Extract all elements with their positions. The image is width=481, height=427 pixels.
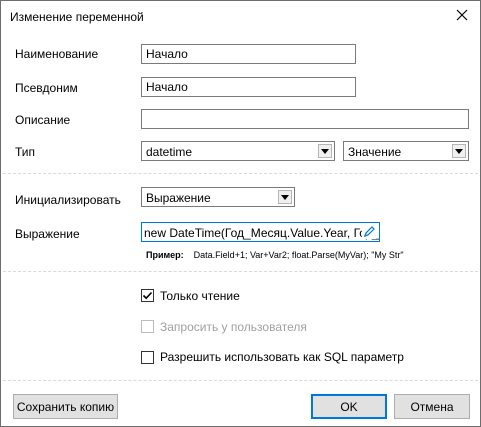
type-select[interactable]: datetime [141, 141, 335, 161]
ask-user-checkbox [141, 320, 154, 333]
separator [3, 173, 478, 174]
type-label: Тип [15, 145, 36, 159]
separator [3, 380, 478, 381]
alias-label: Псевдоним [15, 81, 78, 95]
name-field[interactable] [141, 44, 356, 64]
description-label: Описание [15, 113, 71, 127]
expression-label: Выражение [15, 227, 80, 241]
example-text: Data.Field+1; Var+Var2; float.Parse(MyVa… [193, 250, 404, 260]
type-mode-value: Значение [348, 145, 402, 159]
title-bar: Изменение переменной [1, 1, 480, 32]
cancel-button[interactable]: Отмена [394, 394, 470, 419]
ok-button[interactable]: OK [311, 394, 387, 419]
example-label: Пример: [146, 250, 184, 260]
readonly-label: Только чтение [160, 289, 240, 303]
expression-field[interactable]: new DateTime(Год_Месяц.Value.Year, Год_ [141, 222, 380, 242]
name-input[interactable] [142, 45, 355, 63]
expression-value: new DateTime(Год_Месяц.Value.Year, Год_ [144, 226, 380, 240]
pencil-icon[interactable] [362, 225, 376, 239]
sql-param-label: Разрешить использовать как SQL параметр [160, 350, 404, 364]
dialog-window: Изменение переменной Наименование Псевдо… [0, 0, 481, 427]
chevron-down-icon[interactable] [278, 190, 292, 204]
ask-user-label: Запросить у пользователя [160, 320, 307, 334]
separator [3, 271, 478, 272]
example-hint: Пример: Data.Field+1; Var+Var2; float.Par… [146, 250, 404, 260]
description-field[interactable] [141, 109, 469, 129]
readonly-checkbox[interactable] [141, 289, 154, 302]
name-label: Наименование [15, 47, 99, 61]
init-label: Инициализировать [15, 193, 121, 207]
dialog-title: Изменение переменной [10, 10, 144, 24]
chevron-down-icon[interactable] [452, 144, 466, 158]
close-icon[interactable] [454, 7, 470, 23]
init-select[interactable]: Выражение [141, 187, 295, 207]
type-mode-select[interactable]: Значение [343, 141, 469, 161]
init-select-value: Выражение [146, 191, 211, 205]
type-select-value: datetime [146, 145, 193, 159]
description-input[interactable] [142, 110, 468, 128]
alias-input[interactable] [142, 78, 355, 96]
sql-param-checkbox[interactable] [141, 351, 154, 364]
save-copy-button[interactable]: Сохранить копию [13, 394, 118, 419]
checkmark-icon [142, 291, 153, 300]
chevron-down-icon[interactable] [318, 144, 332, 158]
alias-field[interactable] [141, 77, 356, 97]
